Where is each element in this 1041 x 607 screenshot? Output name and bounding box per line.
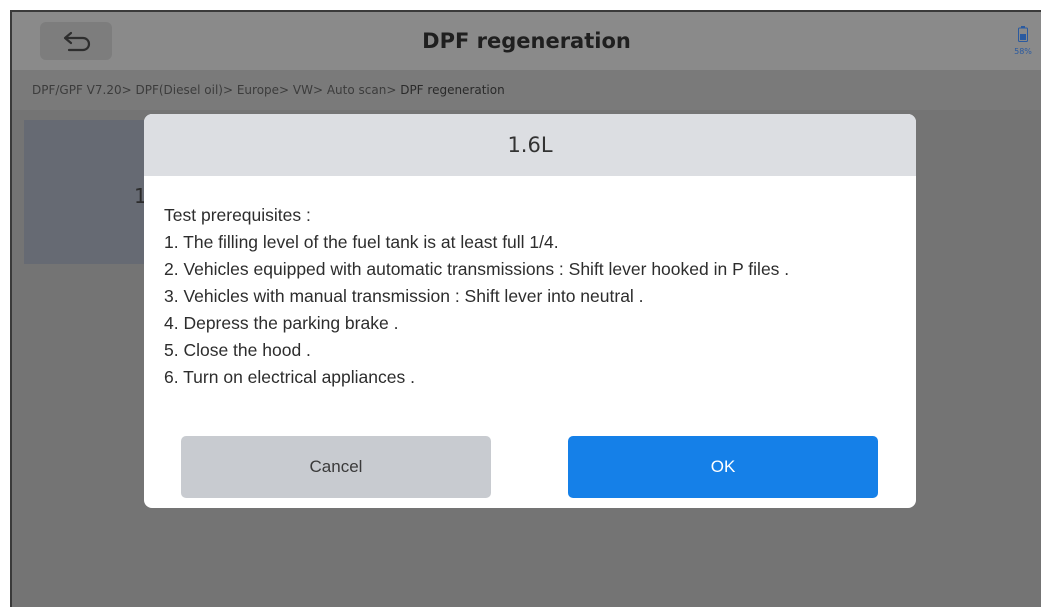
breadcrumb: DPF/GPF V7.20> DPF(Diesel oil)> Europe> … — [12, 70, 1041, 110]
cancel-button[interactable]: Cancel — [181, 436, 491, 498]
dialog-line: 5. Close the hood . — [164, 340, 311, 360]
top-bar: DPF regeneration 58% — [12, 12, 1041, 70]
dialog-line: 6. Turn on electrical appliances . — [164, 367, 415, 387]
battery-label: 58% — [1014, 47, 1032, 56]
dialog-line: 3. Vehicles with manual transmission : S… — [164, 286, 644, 306]
device-screen: DPF regeneration 58% DPF/GPF V7.20> DPF(… — [10, 10, 1041, 607]
dialog-line: 2. Vehicles equipped with automatic tran… — [164, 259, 790, 279]
dialog-line: 4. Depress the parking brake . — [164, 313, 399, 333]
dialog-body: Test prerequisites : 1. The filling leve… — [144, 176, 916, 391]
battery-indicator: 58% — [1009, 26, 1037, 56]
breadcrumb-current: DPF regeneration — [400, 83, 505, 97]
battery-icon — [1018, 26, 1028, 42]
breadcrumb-path: DPF/GPF V7.20> DPF(Diesel oil)> Europe> … — [32, 83, 401, 97]
dialog-line: 1. The filling level of the fuel tank is… — [164, 232, 559, 252]
dialog-line: Test prerequisites : — [164, 205, 311, 225]
dialog-title: 1.6L — [144, 114, 916, 176]
confirm-dialog: 1.6L Test prerequisites : 1. The filling… — [144, 114, 916, 508]
ok-button[interactable]: OK — [568, 436, 878, 498]
page-title: DPF regeneration — [422, 29, 631, 53]
